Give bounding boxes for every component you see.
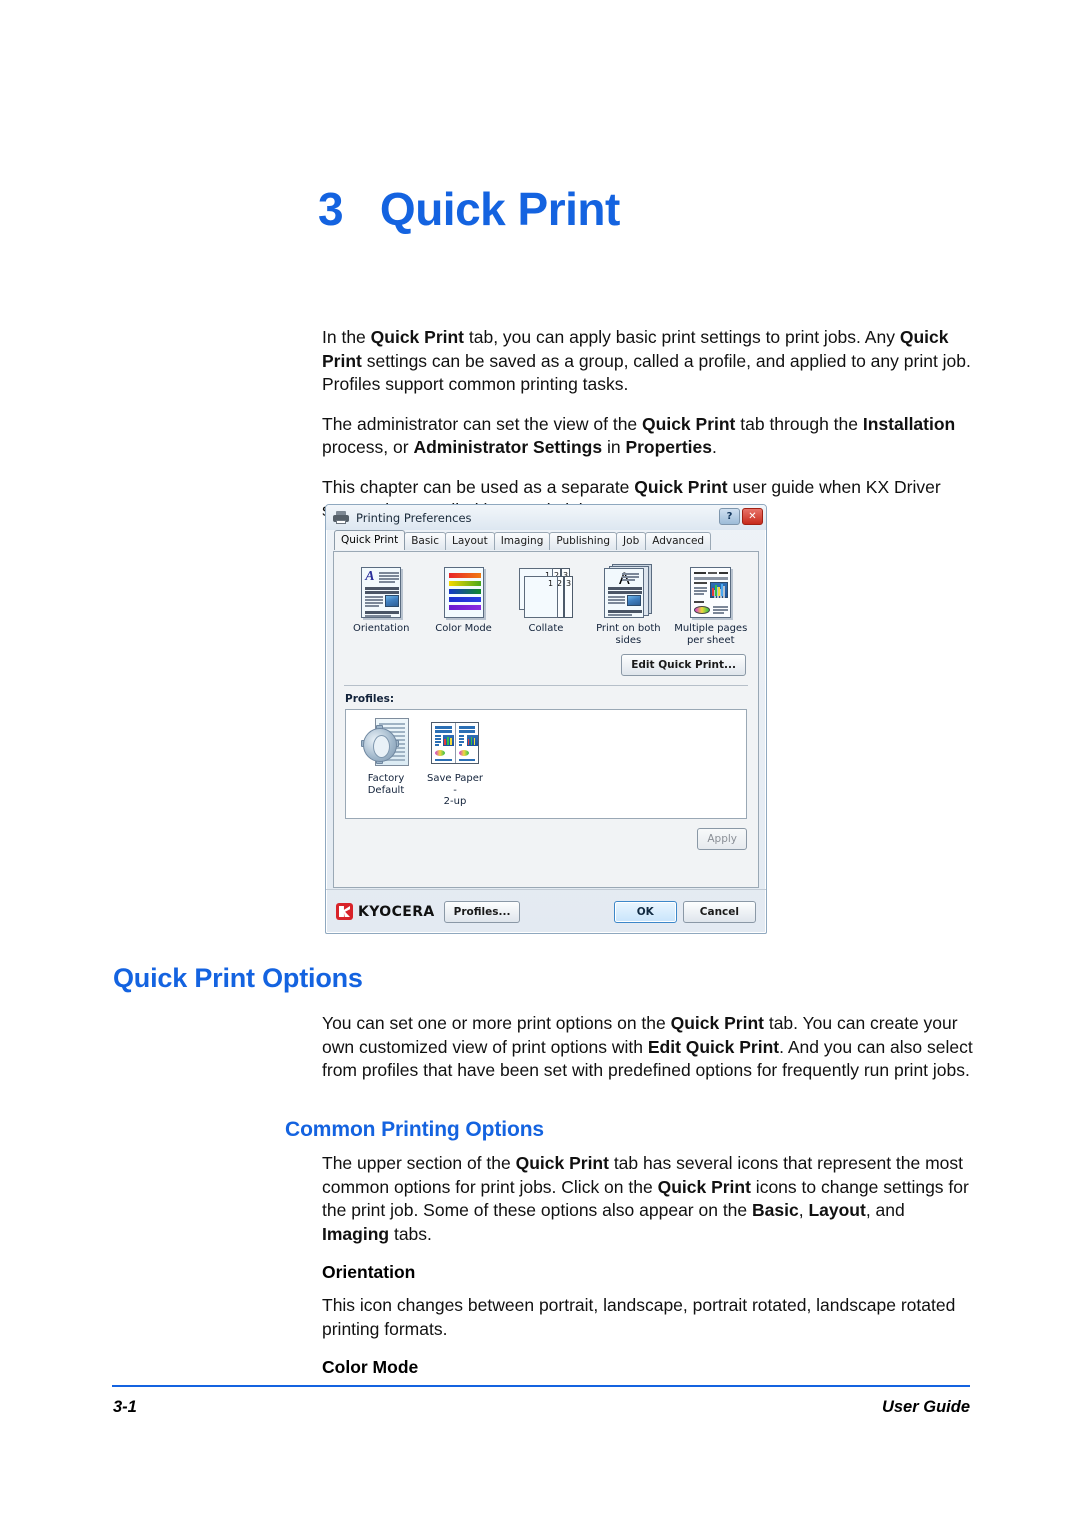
- quick-print-options-body: You can set one or more print options on…: [322, 1012, 974, 1099]
- apply-button[interactable]: Apply: [697, 828, 747, 850]
- printing-preferences-screenshot: Printing Preferences ? ✕ Quick Print Bas…: [325, 504, 767, 934]
- profile-item-save-paper-2up[interactable]: Save Paper -2-up: [424, 717, 486, 818]
- multi-page-sheet-icon: [673, 562, 749, 618]
- collated-pages-icon: 3 2 1 3 2 1: [508, 562, 584, 618]
- common-options-icon-row: A Orientation Color Mode 3 2 1 Collate P…: [334, 552, 758, 646]
- paragraph: This icon changes between portrait, land…: [322, 1295, 956, 1339]
- subsection-heading-color-mode: Color Mode: [322, 1357, 419, 1377]
- tab-layout[interactable]: Layout: [445, 532, 495, 550]
- option-color-mode[interactable]: Color Mode: [426, 562, 502, 646]
- profiles-list[interactable]: Factory Default Save Paper - 2-up: [345, 709, 747, 819]
- page-letter-a-icon: A: [343, 562, 419, 618]
- option-multiple-pages-per-sheet[interactable]: Multiple pages per sheet: [673, 562, 749, 646]
- dialog-titlebar: Printing Preferences ? ✕: [326, 505, 766, 530]
- profiles-label: Profiles:: [345, 693, 395, 705]
- duplex-pages-icon: A: [590, 562, 666, 618]
- collate-number: 3: [565, 579, 572, 588]
- brand-name: KYOCERA: [358, 903, 435, 920]
- option-label: Print on both sides: [596, 623, 661, 646]
- paragraph: You can set one or more print options on…: [322, 1013, 973, 1080]
- profiles-button[interactable]: Profiles...: [443, 900, 521, 923]
- tab-job[interactable]: Job: [616, 532, 647, 550]
- footer-guide-label: User Guide: [881, 1398, 970, 1416]
- section-heading-common-printing-options: Common Printing Options: [285, 1118, 545, 1141]
- subsection-heading-orientation: Orientation: [322, 1262, 416, 1282]
- paragraph: In the Quick Print tab, you can apply ba…: [322, 327, 971, 394]
- collate-number: 1: [547, 579, 554, 588]
- tab-advanced[interactable]: Advanced: [645, 532, 712, 550]
- paragraph: The administrator can set the view of th…: [322, 413, 956, 458]
- printer-icon: [333, 511, 349, 524]
- kyocera-mark-icon: [336, 903, 353, 920]
- dialog-title: Printing Preferences: [356, 510, 472, 525]
- tab-publishing[interactable]: Publishing: [549, 532, 618, 550]
- option-collate[interactable]: 3 2 1 3 2 1: [508, 562, 584, 646]
- color-bars-icon: [426, 562, 502, 618]
- option-orientation[interactable]: A Orientation: [343, 562, 419, 646]
- ok-button[interactable]: OK: [613, 900, 677, 923]
- tab-quick-print[interactable]: Quick Print: [334, 530, 406, 550]
- common-printing-options-body: The upper section of the Quick Print tab…: [322, 1152, 974, 1389]
- help-icon[interactable]: ?: [719, 508, 740, 525]
- tab-imaging[interactable]: Imaging: [493, 532, 551, 550]
- footer-page-number: 3-1: [113, 1398, 137, 1416]
- section-heading-quick-print-options: Quick Print Options: [113, 963, 363, 993]
- option-label: Orientation: [352, 623, 410, 634]
- page-title: 3 Quick Print: [318, 183, 620, 235]
- dialog-bottom-bar: KYOCERA Profiles... OK Cancel: [326, 889, 766, 933]
- tab-strip: Quick Print Basic Layout Imaging Publish…: [326, 530, 766, 550]
- dialog-action-buttons: OK Cancel: [613, 900, 756, 923]
- option-label: Collate: [528, 623, 564, 634]
- edit-quick-print-button[interactable]: Edit Quick Print...: [621, 654, 746, 676]
- profile-label: Save Paper -2-up: [426, 773, 484, 807]
- close-icon[interactable]: ✕: [742, 508, 763, 525]
- kyocera-logo: KYOCERA: [336, 903, 435, 920]
- quick-print-panel: A Orientation Color Mode 3 2 1 Collate P…: [333, 551, 759, 888]
- printing-preferences-dialog: Printing Preferences ? ✕ Quick Print Bas…: [325, 504, 767, 934]
- cancel-button[interactable]: Cancel: [682, 900, 756, 923]
- option-print-both-sides[interactable]: A: [590, 562, 666, 646]
- option-label: Color Mode: [435, 623, 492, 634]
- document-page: 3 Quick Print In the Quick Print tab, yo…: [0, 0, 1080, 1528]
- window-bottom-edge: [326, 933, 766, 934]
- two-up-page-icon: [424, 717, 486, 769]
- option-label: Multiple pages per sheet: [674, 623, 748, 646]
- profile-item-factory-default[interactable]: Factory Default: [355, 717, 417, 818]
- footer-rule: [112, 1385, 970, 1387]
- edit-quick-print-row: Edit Quick Print...: [334, 646, 758, 676]
- profile-label: Factory Default: [367, 773, 405, 796]
- titlebar-buttons: ? ✕: [719, 508, 763, 525]
- gear-page-icon: [355, 717, 417, 769]
- paragraph: The upper section of the Quick Print tab…: [322, 1153, 969, 1244]
- apply-row: Apply: [334, 819, 758, 850]
- tab-basic[interactable]: Basic: [404, 532, 446, 550]
